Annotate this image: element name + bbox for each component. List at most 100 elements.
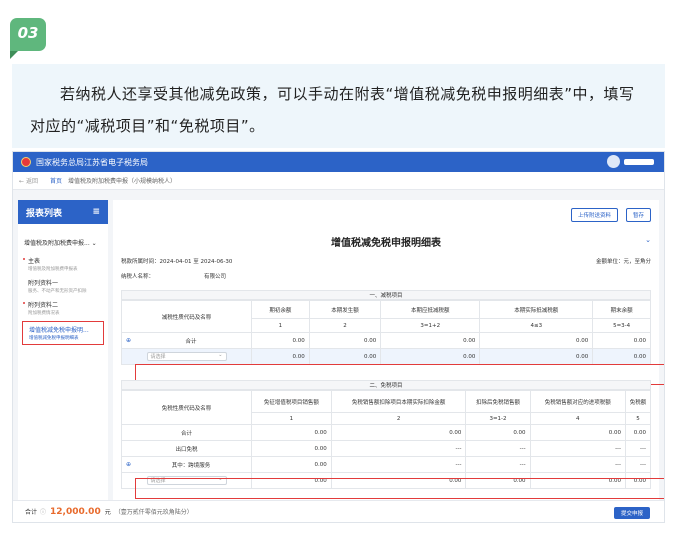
value-cell: ---	[330, 440, 467, 457]
sidebar-item-schedule-1[interactable]: 附列资料一 服务、不动产和无形资产扣除	[18, 275, 108, 297]
site-title: 国家税务总局江苏省电子税务局	[36, 157, 148, 167]
submit-button[interactable]: 提交申报	[613, 507, 650, 519]
emblem-icon	[21, 157, 31, 167]
value-cell: 0.00	[251, 424, 332, 441]
sidebar-header: 报表列表 ≡	[18, 200, 108, 224]
col-header: 期末余额	[592, 300, 651, 319]
col-number: 4	[529, 412, 627, 425]
menu-icon[interactable]: ≡	[92, 207, 100, 217]
value-cell: 0.00	[308, 332, 382, 349]
value-cell: ---	[465, 456, 531, 473]
exemption-table: 免税性质代码及名称 免征增值税项目销售额 免税销售额扣除项目本期实际扣除金额 扣…	[121, 390, 651, 489]
reduction-table: 减税性质代码及名称 期初余额 本期发生额 本期应抵减税额 本期实际抵减税额 期末…	[121, 300, 651, 365]
user-menu[interactable]	[607, 155, 654, 168]
user-avatar-icon	[607, 155, 620, 168]
reduction-name-header: 减税性质代码及名称	[121, 300, 252, 333]
total-amount: 12,000.00	[50, 506, 101, 517]
sidebar-item-main-form[interactable]: 主表 增值税及附加税费申报表	[18, 253, 108, 275]
row-label: 合计	[121, 424, 252, 441]
value-cell: 0.00	[625, 424, 651, 441]
user-name	[624, 158, 654, 165]
table-row: 合计 0.00 0.00 0.00 0.00 0.00	[121, 424, 651, 441]
col-header: 免税销售额对应的进项税额	[529, 390, 627, 413]
upload-button[interactable]: 上传附送资料	[570, 208, 618, 222]
table-row: 出口免税 0.00 --- --- --- ---	[121, 440, 651, 457]
value-cell: ---	[529, 456, 627, 473]
col-number: 1	[251, 318, 310, 333]
info-icon[interactable]: ⓘ	[40, 507, 46, 516]
value-input[interactable]: 0.00	[479, 348, 594, 365]
reduction-section-title: 一、减税项目	[121, 290, 651, 300]
required-dot-icon	[23, 258, 25, 260]
value-input[interactable]: 0.00	[251, 348, 310, 365]
value-input[interactable]: 0.00	[380, 348, 481, 365]
value-cell: 0.00	[592, 332, 651, 349]
col-header: 扣除后免税销售额	[465, 390, 531, 413]
value-cell: 0.00	[380, 332, 481, 349]
chevron-down-icon[interactable]: ⌄	[645, 236, 651, 244]
add-row-icon[interactable]: ⊕	[126, 461, 131, 468]
table-row: ⊕ 合计 0.00 0.00 0.00 0.00 0.00	[121, 332, 651, 349]
exemption-section-title: 二、免税项目	[121, 380, 651, 390]
amount-unit: 金额单位：元，至角分	[595, 259, 651, 265]
reduction-code-select[interactable]: 请选择	[146, 351, 227, 361]
col-header: 期初余额	[251, 300, 310, 319]
footer-bar: 合计 ⓘ 12,000.00 元 （壹万贰仟零佰元玖角陆分） 提交申报	[13, 500, 664, 522]
col-header: 免征增值税项目销售额	[251, 390, 332, 413]
col-number: 5=3-4	[592, 318, 651, 333]
value-cell: 0.00	[465, 424, 531, 441]
breadcrumb: ← 返回 首页 增值税及附加税费申报（小规模纳税人）	[13, 172, 664, 190]
total-label-cell: ⊕ 合计	[121, 332, 252, 349]
value-input[interactable]: 0.00	[308, 348, 382, 365]
value-cell: 0.00	[330, 424, 467, 441]
value-cell: ---	[529, 440, 627, 457]
col-number: 2	[330, 412, 467, 425]
col-number: 2	[308, 318, 382, 333]
row-label-cell: ⊕ 其中：跨境服务	[121, 456, 252, 473]
sidebar-title: 报表列表	[26, 208, 63, 219]
back-link[interactable]: ← 返回	[19, 176, 38, 185]
tax-period: 税款所属时间：2024-04-01 至 2024-06-30	[121, 259, 233, 265]
table-row: 请选择 0.00 0.00 0.00 0.00 0.00	[121, 348, 651, 365]
highlight-box	[135, 478, 664, 499]
value-cell: ---	[330, 456, 467, 473]
col-number: 1	[251, 412, 332, 425]
col-header: 免税销售额扣除项目本期实际扣除金额	[330, 390, 467, 413]
intro-panel: 若纳税人还享受其他减免政策，可以手动在附表“增值税减免税申报明细表”中，填写对应…	[12, 64, 665, 148]
row-label: 出口免税	[121, 440, 252, 457]
col-number: 3=1-2	[465, 412, 531, 425]
col-header: 本期实际抵减税额	[479, 300, 594, 319]
intro-text: 若纳税人还享受其他减免政策，可以手动在附表“增值税减免税申报明细表”中，填写对应…	[30, 85, 635, 135]
col-header: 本期发生额	[308, 300, 382, 319]
sidebar-group[interactable]: 增值税及附加税费申报... ⌄	[18, 224, 108, 253]
currency: 元	[104, 509, 111, 516]
col-number: 5	[625, 412, 651, 425]
form-title: 增值税减免税申报明细表	[331, 238, 441, 249]
col-number: 4≤3	[479, 318, 594, 333]
col-number: 3=1+2	[380, 318, 481, 333]
report-sidebar: 报表列表 ≡ 增值税及附加税费申报... ⌄ 主表 增值税及附加税费申报表 附列…	[18, 200, 108, 500]
form-main: 上传附送资料 暂存 增值税减免税申报明细表 ⌄ 税款所属时间：2024-04-0…	[113, 200, 664, 500]
breadcrumb-current: 增值税及附加税费申报（小规模纳税人）	[67, 178, 176, 185]
value-cell: 0.00	[529, 424, 627, 441]
step-number: 03	[17, 24, 39, 42]
sidebar-item-schedule-2[interactable]: 附列资料二 附加税费情况表	[18, 297, 108, 319]
amount-in-words: （壹万贰仟零佰元玖角陆分）	[114, 509, 193, 516]
add-row-icon[interactable]: ⊕	[126, 337, 131, 344]
exemption-name-header: 免税性质代码及名称	[121, 390, 252, 425]
sidebar-item-reduction-detail[interactable]: 增值税减免税申报明... 增值税减免税申报明细表	[22, 321, 104, 345]
col-header: 免税额	[625, 390, 651, 413]
table-row: ⊕ 其中：跨境服务 0.00 --- --- --- ---	[121, 456, 651, 473]
value-cell: 0.00	[251, 456, 332, 473]
value-cell: ---	[625, 456, 651, 473]
value-input[interactable]: 0.00	[592, 348, 651, 365]
value-cell: ---	[465, 440, 531, 457]
step-badge: 03	[10, 18, 46, 59]
required-dot-icon	[23, 302, 25, 304]
home-link[interactable]: 首页	[50, 176, 62, 185]
save-button[interactable]: 暂存	[625, 208, 651, 222]
top-bar: 国家税务总局江苏省电子税务局	[13, 152, 664, 172]
value-cell: 0.00	[479, 332, 594, 349]
value-cell: 0.00	[251, 440, 332, 457]
total-label: 合计	[25, 509, 38, 516]
